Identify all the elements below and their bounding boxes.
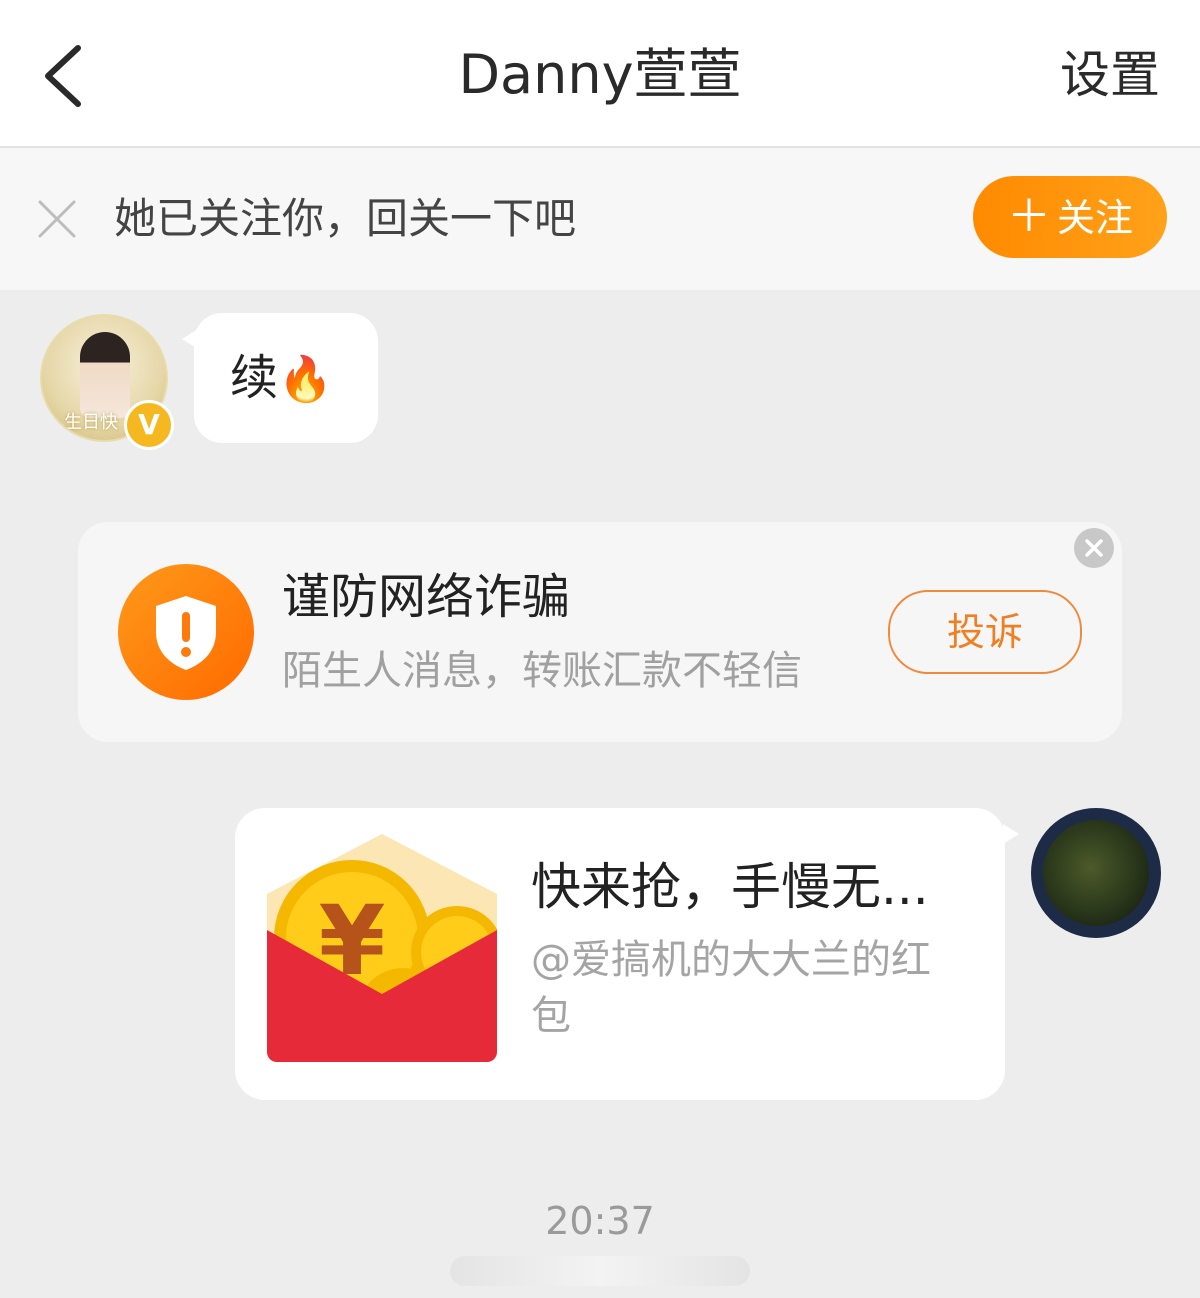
fire-emoji-icon: 🔥 xyxy=(278,354,333,405)
verified-badge-icon: V xyxy=(124,400,174,450)
chat-header: Danny萱萱 设置 xyxy=(0,0,1200,148)
incoming-message-bubble[interactable]: 续🔥 xyxy=(182,313,378,443)
settings-button[interactable]: 设置 xyxy=(1060,40,1160,110)
follow-back-text: 她已关注你，回关一下吧 xyxy=(114,194,577,243)
fraud-warning-title: 谨防网络诈骗 xyxy=(282,569,571,625)
loading-placeholder xyxy=(450,1256,750,1286)
red-packet-subtitle: @爱搞机的大大兰的红包 xyxy=(531,937,931,1039)
complain-button[interactable]: 投诉 xyxy=(888,590,1082,674)
red-packet-title: 快来抢，手慢无... xyxy=(531,858,929,916)
message-text: 续 xyxy=(230,350,279,406)
page-title: Danny萱萱 xyxy=(458,43,742,106)
message-timestamp: 20:37 xyxy=(545,1199,655,1243)
close-icon[interactable] xyxy=(34,196,80,242)
back-button[interactable] xyxy=(34,40,94,110)
avatar-caption: 生日快 xyxy=(64,412,118,433)
follow-back-banner: 她已关注你，回关一下吧 ＋关注 xyxy=(0,148,1200,290)
avatar-portrait xyxy=(80,332,130,418)
follow-button-label: 关注 xyxy=(1056,196,1133,240)
my-avatar[interactable] xyxy=(1031,808,1161,938)
chevron-left-icon xyxy=(45,45,81,107)
red-packet-icon: ¥ xyxy=(267,834,497,1062)
fraud-warning-card: 谨防网络诈骗 陌生人消息，转账汇款不轻信 投诉 xyxy=(78,522,1122,742)
incoming-message-text: 续🔥 xyxy=(230,347,333,411)
shield-warning-icon xyxy=(118,564,254,700)
avatar-image xyxy=(1043,820,1149,926)
fraud-warning-subtitle: 陌生人消息，转账汇款不轻信 xyxy=(282,648,802,694)
follow-button[interactable]: ＋关注 xyxy=(973,176,1167,258)
plus-icon: ＋ xyxy=(1006,191,1051,242)
red-packet-message[interactable]: ¥ 快来抢，手慢无... @爱搞机的大大兰的红包 xyxy=(235,808,1019,1100)
close-icon[interactable] xyxy=(1074,528,1114,568)
